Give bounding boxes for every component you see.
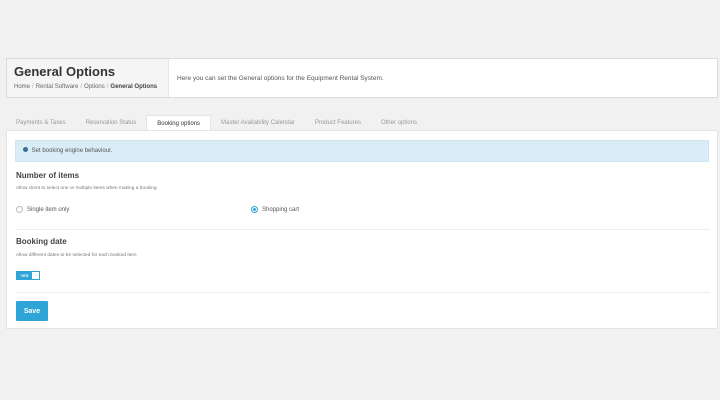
breadcrumb: Home / Rental Software / Options / General Opt… (14, 84, 161, 90)
section-divider (16, 229, 710, 230)
breadcrumb-rental-software[interactable]: Rental Software (36, 84, 79, 90)
options-tabs: Payments & Taxes Reservation Status Book… (6, 115, 718, 131)
booking-date-description: Allow different dates to be selected for… (16, 253, 137, 258)
breadcrumb-separator: / (106, 84, 109, 90)
radio-shopping-cart[interactable]: Shopping cart (251, 206, 299, 213)
radio-shopping-cart-label: Shopping cart (262, 206, 300, 213)
tab-product-features[interactable]: Product Features (305, 115, 371, 131)
tab-other-options[interactable]: Other options (371, 115, 427, 131)
info-alert-text: Set booking engine behaviour. (31, 148, 113, 154)
toggle-knob (32, 272, 39, 279)
radio-shopping-cart-control[interactable] (251, 206, 258, 213)
radio-single-item-label: Single item only (27, 206, 70, 213)
toggle-on-label: YES (17, 272, 32, 279)
save-button[interactable]: Save (16, 301, 48, 321)
breadcrumb-options[interactable]: Options (84, 84, 105, 90)
tab-booking-options[interactable]: Booking options (146, 115, 211, 131)
radio-single-item[interactable]: Single item only (16, 206, 69, 213)
page-description: Here you can set the General options for… (177, 74, 384, 82)
radio-single-item-control[interactable] (16, 206, 23, 213)
page-header: General Options Home / Rental Software / Opt… (6, 58, 718, 98)
section-divider (16, 292, 710, 293)
breadcrumb-separator: / (80, 84, 83, 90)
breadcrumb-home[interactable]: Home (14, 84, 30, 90)
number-of-items-title: Number of items (16, 171, 80, 180)
tab-master-availability-calendar[interactable]: Master Availability Calendar (211, 115, 305, 131)
booking-date-title: Booking date (16, 237, 67, 246)
page-title: General Options (14, 64, 116, 79)
booking-options-panel: Set booking engine behaviour. Number of … (6, 130, 718, 329)
breadcrumb-current: General Options (110, 84, 158, 90)
page-header-title-block: General Options Home / Rental Software / Opt… (7, 59, 169, 97)
breadcrumb-separator: / (32, 84, 34, 90)
tab-payments-taxes[interactable]: Payments & Taxes (6, 115, 76, 131)
booking-date-toggle[interactable]: YES (16, 271, 40, 280)
info-alert: Set booking engine behaviour. (15, 140, 709, 162)
info-circle-icon (23, 146, 28, 152)
number-of-items-description: Allow client to select one or multiple i… (16, 186, 158, 191)
tab-reservation-status[interactable]: Reservation Status (76, 115, 147, 131)
